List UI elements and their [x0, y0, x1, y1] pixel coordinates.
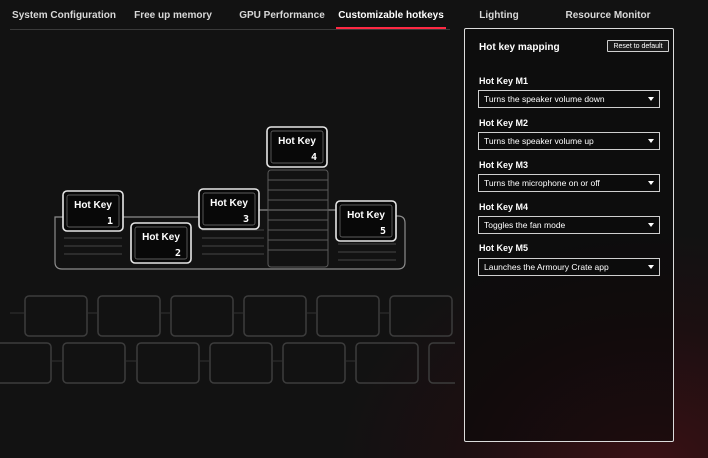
hotkey-m4-select[interactable]: Toggles the fan mode: [478, 216, 660, 234]
background-key: [282, 342, 346, 384]
hotkey-m4-label: Hot Key M4: [479, 202, 529, 212]
hotkey-2-outline: [130, 222, 192, 264]
hotkey-m5-value: Launches the Armoury Crate app: [484, 262, 609, 272]
tab-lighting[interactable]: Lighting: [466, 0, 532, 30]
hotkey-m2-select[interactable]: Turns the speaker volume up: [478, 132, 660, 150]
background-key: [0, 342, 52, 384]
hotkey-5[interactable]: Hot Key 5: [335, 200, 397, 242]
caret-down-icon: [648, 139, 654, 143]
hotkey-m1-value: Turns the speaker volume down: [484, 94, 605, 104]
hotkey-2-number: 2: [175, 248, 181, 259]
hotkey-5-label: Hot Key: [347, 210, 385, 221]
background-key: [136, 342, 200, 384]
hotkey-m3-value: Turns the microphone on or off: [484, 178, 600, 188]
hotkey-1-number: 1: [107, 216, 113, 227]
hotkey-3[interactable]: Hot Key 3: [198, 188, 260, 230]
caret-down-icon: [648, 265, 654, 269]
hotkey-2-label: Hot Key: [142, 232, 180, 243]
hotkey-m1-select[interactable]: Turns the speaker volume down: [478, 90, 660, 108]
hotkey-m5-select[interactable]: Launches the Armoury Crate app: [478, 258, 660, 276]
reset-to-default-button[interactable]: Reset to default: [607, 40, 669, 52]
tab-bar: System Configuration Free up memory GPU …: [0, 0, 708, 30]
caret-down-icon: [648, 223, 654, 227]
background-key: [170, 295, 234, 337]
panel-title: Hot key mapping: [479, 42, 560, 53]
hotkey-1-label: Hot Key: [74, 200, 112, 211]
background-key: [316, 295, 380, 337]
hotkey-4[interactable]: Hot Key 4: [266, 126, 328, 168]
hotkey-4-label: Hot Key: [278, 136, 316, 147]
active-tab-indicator: [336, 27, 446, 29]
hotkey-m3-select[interactable]: Turns the microphone on or off: [478, 174, 660, 192]
hotkey-mapping-panel: Hot key mapping Reset to default Hot Key…: [464, 28, 674, 442]
hotkey-m2-value: Turns the speaker volume up: [484, 136, 594, 146]
hotkey-m5-label: Hot Key M5: [479, 243, 529, 253]
hotkey-m4-value: Toggles the fan mode: [484, 220, 566, 230]
hotkey-m1-label: Hot Key M1: [479, 76, 529, 86]
hotkey-1[interactable]: Hot Key 1: [62, 190, 124, 232]
tab-system-configuration[interactable]: System Configuration: [10, 0, 118, 30]
hotkey-m2-label: Hot Key M2: [479, 118, 529, 128]
caret-down-icon: [648, 181, 654, 185]
hotkey-2[interactable]: Hot Key 2: [130, 222, 192, 264]
background-key: [97, 295, 161, 337]
hotkey-4-outline: [266, 126, 328, 168]
background-key: [428, 342, 455, 384]
hotkey-3-outline: [198, 188, 260, 230]
background-key: [389, 295, 453, 337]
background-key: [355, 342, 419, 384]
hotkey-5-number: 5: [380, 226, 386, 237]
tab-customizable-hotkeys[interactable]: Customizable hotkeys: [336, 0, 446, 30]
key-column: [267, 169, 329, 268]
hotkey-5-outline: [335, 200, 397, 242]
hotkey-3-label: Hot Key: [210, 198, 248, 209]
background-key: [24, 295, 88, 337]
background-key: [209, 342, 273, 384]
tab-gpu-performance[interactable]: GPU Performance: [232, 0, 332, 30]
hotkey-4-number: 4: [311, 152, 317, 163]
background-key: [243, 295, 307, 337]
hotkey-1-outline: [62, 190, 124, 232]
background-key: [62, 342, 126, 384]
tab-resource-monitor[interactable]: Resource Monitor: [560, 0, 656, 30]
hotkey-3-number: 3: [243, 214, 249, 225]
tab-free-up-memory[interactable]: Free up memory: [128, 0, 218, 30]
keyboard-illustration: Hot Key 1 Hot Key 2 Hot Key 3 Hot Key 4 …: [0, 126, 455, 384]
hotkey-m3-label: Hot Key M3: [479, 160, 529, 170]
caret-down-icon: [648, 97, 654, 101]
